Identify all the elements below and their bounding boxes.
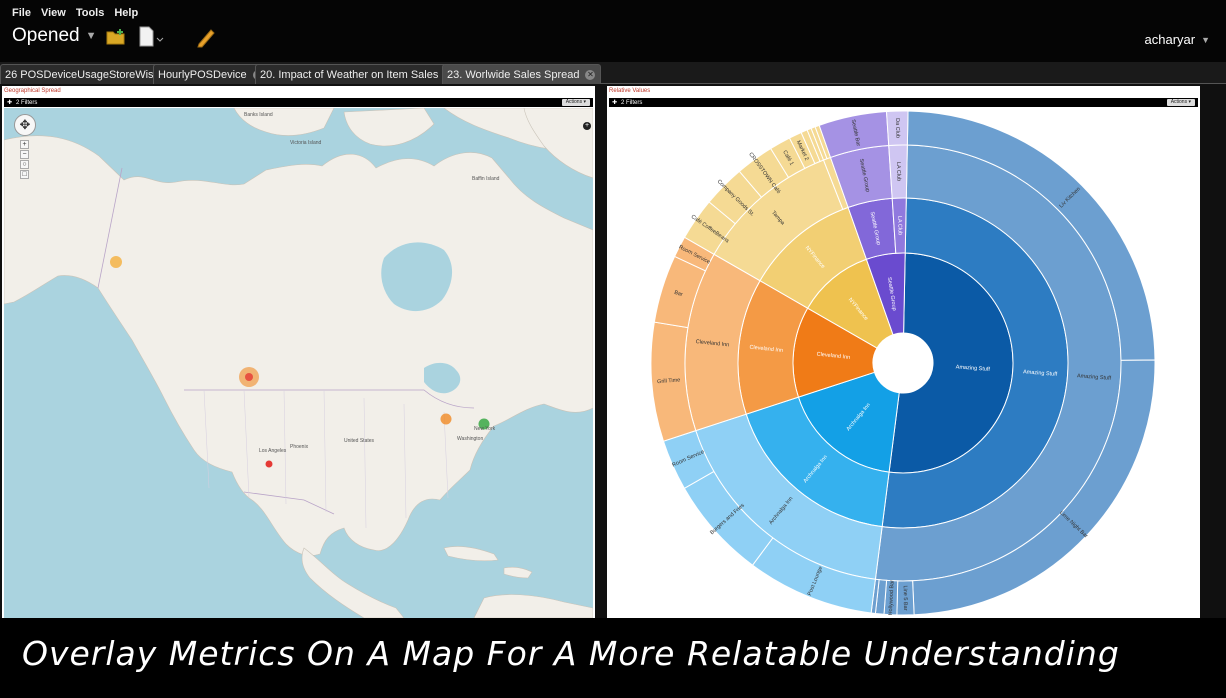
pencil-icon	[197, 29, 215, 48]
land-central-america	[301, 547, 405, 618]
dashboard-workspace: Geographical Spread ✚ 2 Filters Actions …	[0, 84, 1226, 618]
place-label: Washington	[457, 436, 484, 442]
opened-label: Opened	[12, 25, 80, 46]
place-label: Phoenix	[290, 444, 309, 450]
land-north-america	[4, 135, 593, 556]
sunburst-panel: Relative Values ✚ 2 Filters Actions ▾ Am…	[607, 86, 1200, 618]
cleveland-marker	[440, 413, 452, 425]
place-label: United States	[344, 438, 375, 444]
map-filter-bar: ✚ 2 Filters Actions ▾	[4, 98, 593, 107]
place-label: New York	[474, 426, 496, 432]
chevron-down-icon: ▼	[1201, 34, 1210, 45]
sunburst-label: Da Club	[894, 118, 900, 138]
folder-icon	[106, 29, 125, 45]
zoom-in-button[interactable]: +	[20, 140, 29, 149]
tab-label: HourlyPOSDevice	[158, 68, 247, 81]
menu-tools[interactable]: Tools	[76, 7, 105, 19]
map-actions-menu[interactable]: Actions ▾	[561, 99, 590, 106]
tab-bar: 26 POSDeviceUsageStoreWise ✕ HourlyPOSDe…	[0, 62, 1226, 84]
tab-hourly-pos-device[interactable]: HourlyPOSDevice ✕	[153, 64, 269, 84]
map-pan-control[interactable]: ✥	[14, 114, 36, 136]
sunburst-filters-toggle[interactable]: ✚ 2 Filters	[612, 99, 643, 107]
edit-button[interactable]	[196, 26, 216, 48]
place-label: Los Angeles	[259, 448, 287, 454]
place-label: Baffin Island	[472, 176, 500, 182]
sunburst-label: LA Club	[895, 162, 901, 181]
sunburst-label: LA Club	[896, 216, 902, 235]
north-america-map[interactable]: Banks Island Victoria Island Baffin Isla…	[4, 108, 593, 618]
open-folder-button[interactable]	[106, 28, 126, 46]
username: acharyar	[1144, 32, 1196, 47]
caption-text: Overlay Metrics On A Map For A More Rela…	[22, 634, 1120, 673]
tab-label: 26 POSDeviceUsageStoreWise	[5, 68, 160, 81]
los-angeles-marker	[265, 460, 273, 468]
sunburst-actions-label: Actions	[1170, 99, 1188, 105]
map-canvas	[4, 108, 593, 618]
sunburst-filter-bar: ✚ 2 Filters Actions ▾	[609, 98, 1198, 107]
zoom-box-button[interactable]: □	[20, 170, 29, 179]
chevron-down-icon: ▼	[85, 30, 97, 42]
menu-help[interactable]: Help	[114, 7, 138, 19]
alaska-marker	[110, 256, 122, 268]
map-panel: Geographical Spread ✚ 2 Filters Actions …	[2, 86, 595, 618]
sunburst-center[interactable]	[873, 333, 933, 393]
move-icon: ✥	[19, 117, 31, 132]
sunburst-chart[interactable]: Amazing StuffAmazing Stuff Amazing StuffL…	[607, 108, 1200, 618]
tab-label: 20. Impact of Weather on Item Sales	[260, 68, 439, 81]
opened-dropdown[interactable]: Opened ▼	[12, 25, 97, 47]
menu-bar: File View Tools Help	[12, 7, 138, 19]
sunburst-filters-label: 2 Filters	[621, 99, 643, 106]
zoom-out-button[interactable]: −	[20, 150, 29, 159]
map-actions-label: Actions	[565, 99, 583, 105]
place-label: Victoria Island	[290, 140, 322, 146]
close-icon[interactable]: ✕	[585, 69, 596, 80]
tab-worldwide-sales[interactable]: 23. Worlwide Sales Spread ✕	[442, 64, 602, 84]
zoom-world-button[interactable]: ○	[20, 160, 29, 169]
layers-toggle-button[interactable]: +	[583, 122, 591, 130]
sunburst-actions-menu[interactable]: Actions ▾	[1166, 99, 1195, 106]
user-menu[interactable]: acharyar ▼	[1145, 32, 1211, 47]
sunburst-label: Line 5 Bar	[902, 585, 908, 610]
new-document-icon	[139, 26, 164, 47]
menu-view[interactable]: View	[41, 7, 66, 19]
filter-icon: ✚	[7, 100, 13, 106]
tab-label: 23. Worlwide Sales Spread	[447, 68, 580, 81]
land-caribbean	[443, 546, 533, 579]
sunburst-panel-title: Relative Values	[609, 88, 651, 94]
map-filters-label: 2 Filters	[16, 99, 38, 106]
tab-weather-impact[interactable]: 20. Impact of Weather on Item Sales ✕	[255, 64, 461, 84]
new-document-button[interactable]	[138, 26, 164, 48]
app-toolbar: File View Tools Help Opened ▼ acharyar ▼	[0, 0, 1226, 62]
menu-file[interactable]: File	[12, 7, 31, 19]
seattle-marker-core	[245, 373, 253, 381]
place-label: Banks Island	[244, 112, 273, 118]
filter-icon: ✚	[612, 100, 618, 106]
map-panel-title: Geographical Spread	[4, 88, 61, 94]
land-south-america	[473, 594, 593, 618]
map-filters-toggle[interactable]: ✚ 2 Filters	[7, 99, 38, 107]
sunburst-chart-area: Amazing Stuff Amazing Stuff Amazing Stuff L…	[607, 108, 1200, 618]
